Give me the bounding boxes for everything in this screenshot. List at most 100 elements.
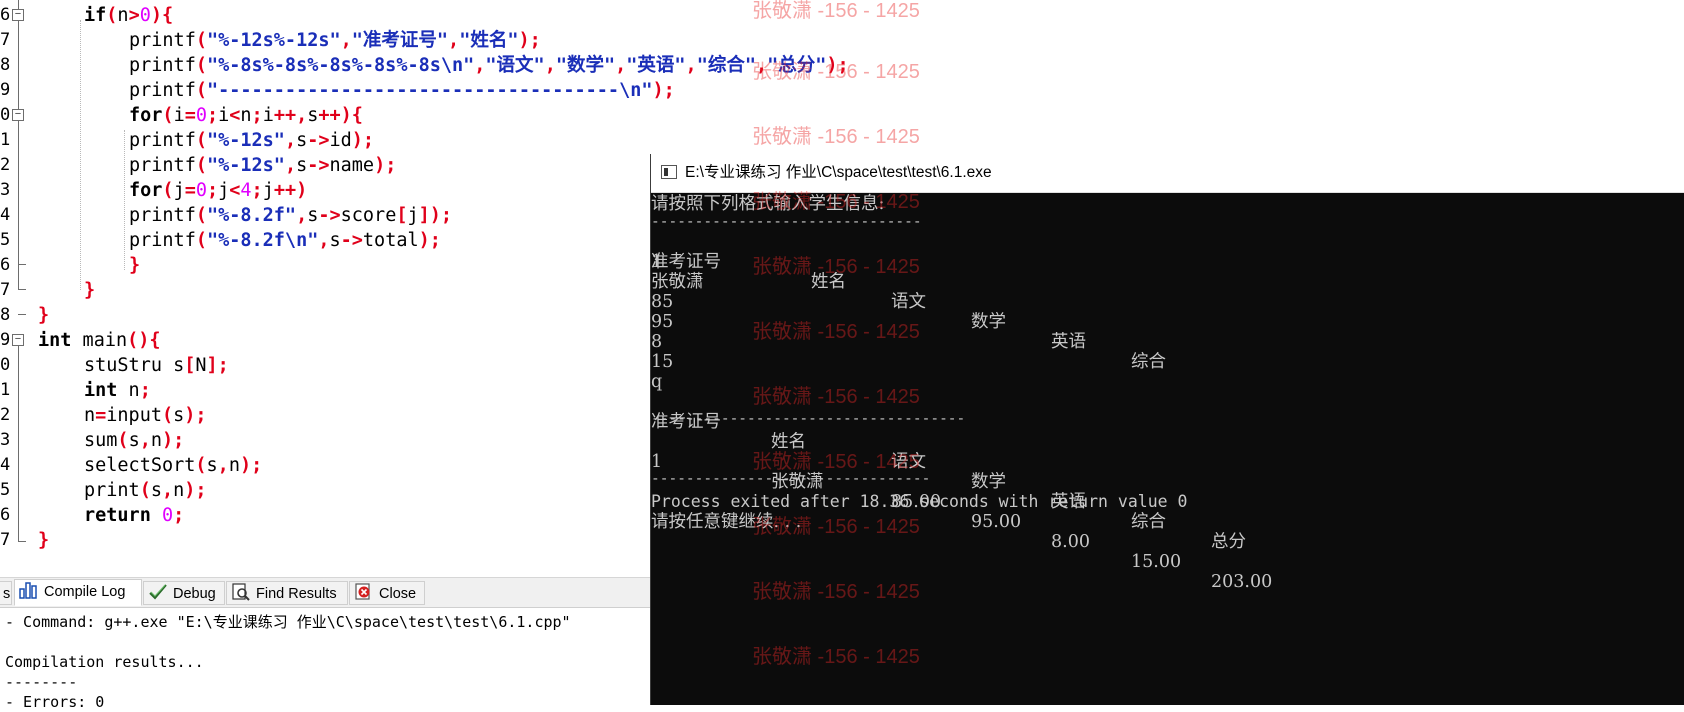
code-token: printf [129,80,196,101]
code-line[interactable]: 0 stuStru s[N]; [0,353,700,378]
fold-toggle-icon[interactable]: − [12,109,24,121]
code-token: ; [206,180,219,201]
header-cell: 数学 [971,472,1006,492]
code-line[interactable]: 1 printf("%-12s",s->id); [0,128,700,153]
result-cell: 95.00 [971,512,1022,532]
code-line[interactable]: 6 if(n>0){ [0,3,700,28]
code-line[interactable]: 6 return 0; [0,503,700,528]
code-line[interactable]: 6} [0,253,700,278]
code-token: i [262,105,274,126]
header-cell: 姓名 [811,272,846,292]
code-line[interactable]: 0 for(i=0;i<n;i++,s++){ [0,103,700,128]
header-cell: 综合 [1131,512,1166,532]
code-token: 4 [240,180,252,201]
fold-end-marker [18,314,26,315]
line-number: 2 [0,405,11,425]
code-token: "语文" [485,55,545,76]
code-token: 0 [195,105,207,126]
code-token: ( [195,455,207,476]
code-line[interactable]: 5 print(s,n); [0,478,700,503]
code-text: printf("%-8.2f\n",s->total); [129,228,441,253]
line-number: 1 [0,380,11,400]
compile-log-output[interactable]: - Command: g++.exe "E:\专业课练习 作业\C\space\… [0,607,650,711]
log-line: Compilation results... [5,653,204,671]
tab-compile-log[interactable]: Compile Log [14,579,142,606]
tab-close-label: Close [379,586,417,602]
code-text: int n; [84,378,151,403]
code-line[interactable]: 4 printf("%-8.2f",s->score[j]); [0,203,700,228]
code-line[interactable]: 8 printf("%-8s%-8s%-8s%-8s%-8s\n","语文","数… [0,53,849,78]
tab-partial-label: s [3,586,11,602]
code-token: ); [826,55,849,76]
find-icon [231,583,251,601]
line-number: 5 [0,230,11,250]
code-line[interactable]: 9 int main(){ [0,328,700,353]
code-token: int [38,330,72,351]
code-line[interactable]: 9 printf("-------------------------------… [0,78,700,103]
code-token: "%-12s%-12s" [206,30,341,51]
code-line[interactable]: 7 printf("%-12s%-12s","准考证号","姓名"); [0,28,700,53]
code-line[interactable]: 7} [0,278,700,303]
console-input: 张敬潇 [651,272,704,292]
code-token: s [296,130,308,151]
tab-debug[interactable]: Debug [143,581,225,605]
console-title-bar[interactable]: E:\专业课练习 作业\C\space\test\test\6.1.exe [651,154,1684,193]
line-number: 2 [0,155,11,175]
code-token: "%-8.2f\n" [206,230,319,251]
code-token: ; [173,505,185,526]
code-text: int main(){ [38,328,161,353]
code-token: ++) [273,180,308,201]
code-token: ( [162,105,174,126]
code-token: s [206,455,218,476]
code-token: ( [139,480,151,501]
code-token: = [184,180,196,201]
line-number: 3 [0,180,11,200]
code-token: , [755,55,768,76]
code-token: ( [195,55,207,76]
code-line[interactable]: 1 int n; [0,378,700,403]
code-token: ( [195,30,207,51]
code-line[interactable]: 2 n=input(s); [0,403,700,428]
console-input: 1 [651,252,663,272]
header-cell: 数学 [971,312,1006,332]
fold-guide [18,346,19,542]
code-line[interactable]: 3 sum(s,n); [0,428,700,453]
header-cell: 英语 [1051,332,1086,352]
code-line[interactable]: 2 printf("%-12s",s->name); [0,153,700,178]
bottom-tab-bar: s Compile Log Debug Find Results Close [0,577,650,608]
code-token: "英语" [626,55,686,76]
tab-partial[interactable]: s [0,581,12,605]
code-token: ( [195,230,207,251]
console-press-key: 请按任意键继续. . . [651,512,802,532]
code-line[interactable]: 4 selectSort(s,n); [0,453,700,478]
fold-toggle-icon[interactable]: − [12,9,24,21]
fold-end-marker [18,264,26,265]
code-text: } [38,303,49,328]
code-line[interactable]: 5 printf("%-8.2f\n",s->total); [0,228,700,253]
line-number: 9 [0,80,11,100]
console-window[interactable]: E:\专业课练习 作业\C\space\test\test\6.1.exe 请按… [650,154,1684,705]
code-text: sum(s,n); [84,428,184,453]
line-number: 3 [0,430,11,450]
header-cell: 综合 [1131,352,1166,372]
code-token: score [340,205,397,226]
code-token: j [218,180,230,201]
code-token: -> [307,130,330,151]
tab-close[interactable]: Close [349,581,425,605]
code-token: ( [195,205,207,226]
fold-guide [18,0,19,9]
code-token: ); [184,480,207,501]
code-line[interactable]: 8} [0,303,700,328]
code-line[interactable]: 7} [0,528,700,553]
code-token: "%-8s%-8s%-8s%-8s%-8s\n" [206,55,475,76]
line-number: 7 [0,280,11,300]
fold-toggle-icon[interactable]: − [12,334,24,346]
code-token: (){ [127,330,161,351]
code-line[interactable]: 3 for(j=0;j<4;j++) [0,178,700,203]
code-token: total [362,230,419,251]
code-token: n [117,5,129,26]
tab-find-results[interactable]: Find Results [226,581,348,605]
code-token: [ [184,355,196,376]
fold-end-marker [18,289,26,290]
